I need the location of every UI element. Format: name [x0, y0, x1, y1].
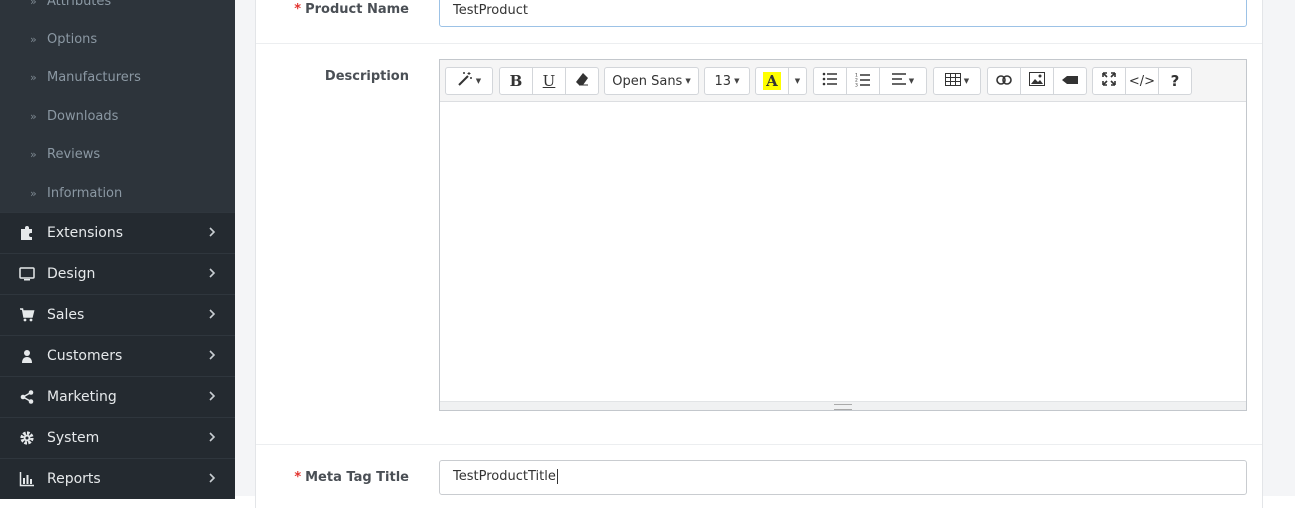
fullscreen-button[interactable] — [1092, 67, 1126, 95]
sidebar-item-attributes[interactable]: » Attributes — [0, 0, 235, 20]
sidebar-item-customers[interactable]: Customers — [0, 335, 235, 376]
paragraph-align-button[interactable]: ▼ — [879, 67, 927, 95]
underline-button[interactable]: U — [532, 67, 566, 95]
sidebar-item-extensions[interactable]: Extensions — [0, 212, 235, 253]
highlight-glyph: A — [763, 72, 781, 90]
editor-resize-handle[interactable] — [440, 401, 1246, 410]
text-cursor — [556, 469, 558, 484]
sidebar-item-options[interactable]: » Options — [0, 20, 235, 58]
video-button[interactable] — [1053, 67, 1087, 95]
form-panel: * Product Name TestProduct Description ▼ … — [255, 0, 1263, 508]
ordered-list-button[interactable]: 123 — [846, 67, 880, 95]
sidebar-item-information[interactable]: » Information — [0, 174, 235, 212]
row-divider — [256, 444, 1262, 445]
code-view-button[interactable]: </> — [1125, 67, 1159, 95]
sidebar-item-downloads[interactable]: » Downloads — [0, 97, 235, 135]
chevron-right-icon — [208, 431, 216, 447]
double-chevron-icon: » — [30, 70, 37, 84]
font-family-select[interactable]: Open Sans ▼ — [604, 67, 699, 95]
meta-tag-title-label: * Meta Tag Title — [294, 470, 409, 485]
gear-icon — [18, 429, 36, 447]
share-icon — [18, 388, 36, 406]
style-button[interactable]: ▼ — [445, 67, 493, 95]
product-name-input[interactable]: TestProduct — [439, 0, 1247, 27]
sidebar-item-reviews[interactable]: » Reviews — [0, 135, 235, 173]
caret-down-icon: ▼ — [685, 77, 691, 85]
caret-down-icon: ▼ — [963, 77, 970, 85]
bold-button[interactable]: B — [499, 67, 533, 95]
sidebar-item-manufacturers[interactable]: » Manufacturers — [0, 58, 235, 96]
sidebar: » Attributes » Options » Manufacturers » Dow… — [0, 0, 235, 499]
sidebar-item-marketing[interactable]: Marketing — [0, 376, 235, 417]
magic-wand-icon — [457, 71, 473, 91]
sidebar-item-reports[interactable]: Reports — [0, 458, 235, 499]
highlight-color-button[interactable]: A — [755, 67, 789, 95]
user-icon — [18, 347, 36, 365]
editor-content-area[interactable] — [440, 102, 1246, 402]
editor-toolbar: ▼ B U Open Sans ▼ 13 ▼ A ▼ 1 2 3 ▼ ▼ </>… — [440, 60, 1246, 102]
table-icon — [944, 72, 961, 90]
help-button[interactable]: ? — [1158, 67, 1192, 95]
color-dropdown-button[interactable]: ▼ — [788, 67, 807, 95]
link-button[interactable] — [987, 67, 1021, 95]
image-icon — [1029, 72, 1045, 90]
caret-down-icon: ▼ — [908, 77, 915, 85]
double-chevron-icon: » — [30, 0, 37, 8]
main-content: * Product Name TestProduct Description ▼ … — [235, 0, 1295, 508]
sidebar-item-design[interactable]: Design — [0, 253, 235, 294]
double-chevron-icon: » — [30, 147, 37, 161]
picture-button[interactable] — [1020, 67, 1054, 95]
puzzle-icon — [18, 224, 36, 242]
font-size-select[interactable]: 13 ▼ — [704, 67, 750, 95]
caret-down-icon: ▼ — [794, 77, 801, 85]
cart-icon — [18, 306, 36, 324]
double-chevron-icon: » — [30, 109, 37, 123]
list-ol-icon: 123 — [855, 72, 871, 91]
chevron-right-icon — [208, 349, 216, 365]
chevron-right-icon — [208, 308, 216, 324]
list-ul-icon — [822, 72, 838, 90]
caret-down-icon: ▼ — [734, 77, 740, 85]
svg-text:3: 3 — [855, 82, 858, 87]
chevron-right-icon — [208, 267, 216, 283]
sidebar-item-sales[interactable]: Sales — [0, 294, 235, 335]
clear-format-button[interactable] — [565, 67, 599, 95]
table-button[interactable]: ▼ — [933, 67, 981, 95]
bar-chart-icon — [18, 470, 36, 488]
double-chevron-icon: » — [30, 32, 37, 46]
caret-down-icon: ▼ — [475, 77, 482, 85]
sidebar-item-system[interactable]: System — [0, 417, 235, 458]
chevron-right-icon — [208, 472, 216, 488]
eraser-icon — [575, 72, 589, 90]
rich-text-editor: ▼ B U Open Sans ▼ 13 ▼ A ▼ 1 2 3 ▼ ▼ </>… — [439, 59, 1247, 411]
align-left-icon — [891, 73, 906, 89]
link-icon — [996, 74, 1012, 89]
meta-tag-title-input[interactable]: TestProductTitle — [439, 460, 1247, 495]
double-chevron-icon: » — [30, 186, 37, 200]
chevron-right-icon — [208, 226, 216, 242]
fullscreen-icon — [1102, 72, 1116, 90]
chevron-right-icon — [208, 390, 216, 406]
grip-icon — [834, 404, 852, 410]
monitor-icon — [18, 265, 36, 283]
unordered-list-button[interactable] — [813, 67, 847, 95]
product-name-label: * Product Name — [294, 2, 409, 17]
description-label: Description — [324, 69, 409, 84]
row-divider — [256, 43, 1262, 44]
video-icon — [1062, 74, 1078, 89]
